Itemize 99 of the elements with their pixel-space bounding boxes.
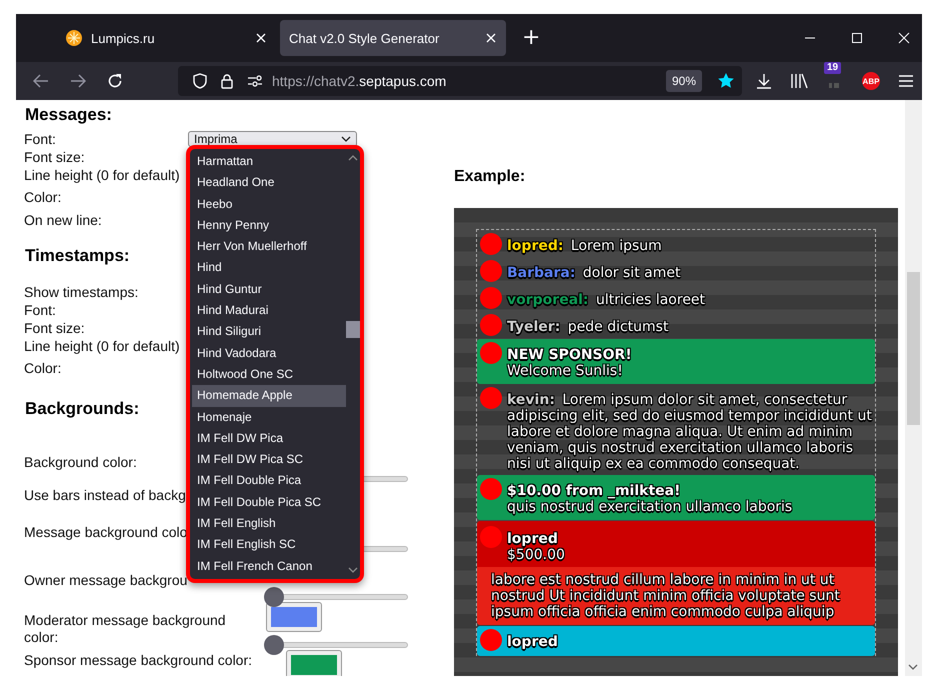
avatar-circle — [480, 260, 502, 282]
section-heading: Timestamps: — [24, 245, 130, 267]
field-label: Moderator message background color: — [24, 612, 227, 646]
slider-thumb[interactable] — [264, 587, 284, 607]
dropdown-option[interactable]: Homemade Apple — [192, 385, 346, 407]
notification-badge: 19 — [824, 62, 842, 74]
example-heading: Example: — [454, 168, 526, 187]
reload-icon[interactable] — [107, 73, 123, 89]
maximize-icon[interactable] — [851, 32, 863, 44]
dropdown-option[interactable]: IM Fell French Canon — [192, 556, 346, 577]
field-label: Color: — [24, 189, 62, 206]
chevron-down-icon[interactable] — [348, 567, 358, 573]
field-label: On new line: — [24, 212, 102, 228]
chat-message: kevin: Lorem ipsum dolor sit amet, consectetur adipiscing elit, sed do eiusmod tempor incididunt ut labore et dolore magna aliqua. Ut enim ad minim veniam, quis nostrud exercitation ullamco laboris nisi ut aliquip ex ea commodo consequat. — [507, 391, 872, 472]
dropdown-option[interactable]: Headland One — [192, 172, 346, 194]
card-text: Welcome Sunlis! — [507, 363, 624, 379]
citrus-slice-icon — [66, 30, 82, 46]
scrollbar[interactable] — [905, 100, 922, 676]
library-icon[interactable] — [790, 73, 808, 89]
chevron-up-icon[interactable] — [348, 155, 358, 161]
slider-thumb[interactable] — [264, 635, 284, 655]
field-label: Font: — [24, 130, 56, 148]
select-value: Imprima — [194, 132, 238, 146]
scrollbar-thumb[interactable] — [907, 272, 920, 425]
field-label: Font size: — [24, 320, 85, 336]
dropdown-option[interactable]: Hind Madurai — [192, 300, 346, 322]
browser-tab[interactable]: Chat v2.0 Style Generator — [280, 20, 506, 56]
dropdown-option[interactable]: Holtwood One SC — [192, 364, 346, 386]
avatar-circle — [480, 629, 502, 651]
avatar-circle — [480, 478, 502, 500]
card-text: quis nostrud exercitation ullamco laboris — [507, 499, 792, 515]
dropdown-option[interactable]: IM Fell English SC — [192, 534, 346, 556]
new-tab-button[interactable]: + — [516, 26, 546, 50]
card-title: lopred — [507, 531, 559, 547]
card-title: NEW SPONSOR! — [507, 347, 632, 363]
dropdown-option[interactable]: Hind Guntur — [192, 278, 346, 300]
avatar-circle — [480, 233, 502, 255]
chevron-down-icon[interactable] — [908, 664, 918, 670]
dropdown-option[interactable]: IM Fell Double Pica SC — [192, 492, 346, 514]
browser-tab[interactable]: Lumpics.ru — [50, 20, 276, 56]
field-label: Background color: — [24, 454, 137, 471]
chat-message: lopred: Lorem ipsum — [507, 237, 662, 254]
section-heading: Messages: — [24, 104, 112, 126]
close-icon[interactable] — [256, 33, 266, 43]
forward-arrow-icon[interactable] — [70, 74, 86, 88]
amount-text: $500.00 — [507, 547, 565, 563]
dropdown-option[interactable]: Hind Vadodara — [192, 342, 346, 364]
section-heading: Backgrounds: — [24, 398, 140, 420]
star-icon[interactable] — [717, 72, 735, 90]
dropdown-option[interactable]: Harmattan — [192, 151, 346, 172]
close-icon[interactable] — [486, 33, 496, 43]
field-label: Line height (0 for default) — [24, 166, 180, 184]
color-picker[interactable] — [266, 602, 322, 632]
dropdown-option[interactable]: Heebo — [192, 194, 346, 215]
dropdown-option[interactable]: Henny Penny — [192, 214, 346, 236]
zoom-level-button[interactable]: 90% — [666, 70, 702, 92]
url-text: https://chatv2.septapus.com — [272, 73, 446, 89]
adblock-button[interactable]: ABP — [862, 72, 880, 90]
back-arrow-icon[interactable] — [33, 74, 49, 88]
dropdown-option[interactable]: IM Fell English — [192, 513, 346, 534]
avatar-circle — [480, 526, 502, 548]
field-label: Owner message backgrou — [24, 572, 188, 589]
field-label: Message background colo — [24, 524, 188, 541]
sliders-icon[interactable] — [247, 75, 263, 87]
avatar-circle — [480, 287, 502, 309]
close-icon[interactable] — [898, 32, 910, 44]
chat-message: vorporeal: ultricies laoreet — [507, 291, 706, 308]
avatar-circle — [480, 314, 502, 336]
avatar-circle — [480, 342, 502, 364]
chat-message: Tyeler: pede dictumst — [507, 318, 668, 335]
dropdown-option[interactable]: Herr Von Muellerhoff — [192, 236, 346, 258]
tab-title: Chat v2.0 Style Generator — [289, 30, 440, 46]
chevron-down-icon — [341, 136, 351, 142]
color-picker[interactable] — [286, 650, 342, 676]
card-title: lopred — [507, 634, 558, 650]
scrollbar-thumb[interactable] — [346, 321, 360, 338]
dropdown-option[interactable]: IM Fell Double Pica — [192, 470, 346, 492]
card-title: $10.00 from _milktea! — [507, 483, 682, 499]
dropdown-option[interactable]: IM Fell DW Pica — [192, 428, 346, 450]
dropdown-option[interactable]: Hind Siliguri — [192, 321, 346, 343]
dropdown-option[interactable]: Hind — [192, 257, 346, 279]
dropdown-option[interactable]: Homenaje — [192, 406, 346, 428]
field-label: Line height (0 for default) — [24, 338, 180, 354]
dropdown-option[interactable]: IM Fell DW Pica SC — [192, 449, 346, 470]
tab-title: Lumpics.ru — [91, 30, 156, 46]
avatar-circle — [480, 387, 502, 409]
download-icon[interactable] — [756, 73, 772, 89]
shield-icon[interactable] — [193, 73, 207, 89]
field-label: Show timestamps: — [24, 284, 138, 300]
field-label: Color: — [24, 360, 62, 377]
field-label: Font size: — [24, 148, 85, 166]
address-bar[interactable]: https://chatv2.septapus.com 90% — [178, 66, 742, 96]
field-label: Font: — [24, 302, 56, 318]
chat-message: Barbara: dolor sit amet — [507, 264, 680, 281]
lock-icon[interactable] — [221, 73, 233, 89]
paid-message-text: labore est nostrud cillum labore in minim in ut ut nostrud Ut incididunt minim officia voluptate sunt ipsum officia officia enim commodo culpa aliquip — [477, 567, 875, 625]
menu-icon[interactable] — [898, 74, 914, 88]
field-label: Use bars instead of backg — [24, 486, 186, 504]
field-label: Sponsor message background color: — [24, 651, 252, 669]
